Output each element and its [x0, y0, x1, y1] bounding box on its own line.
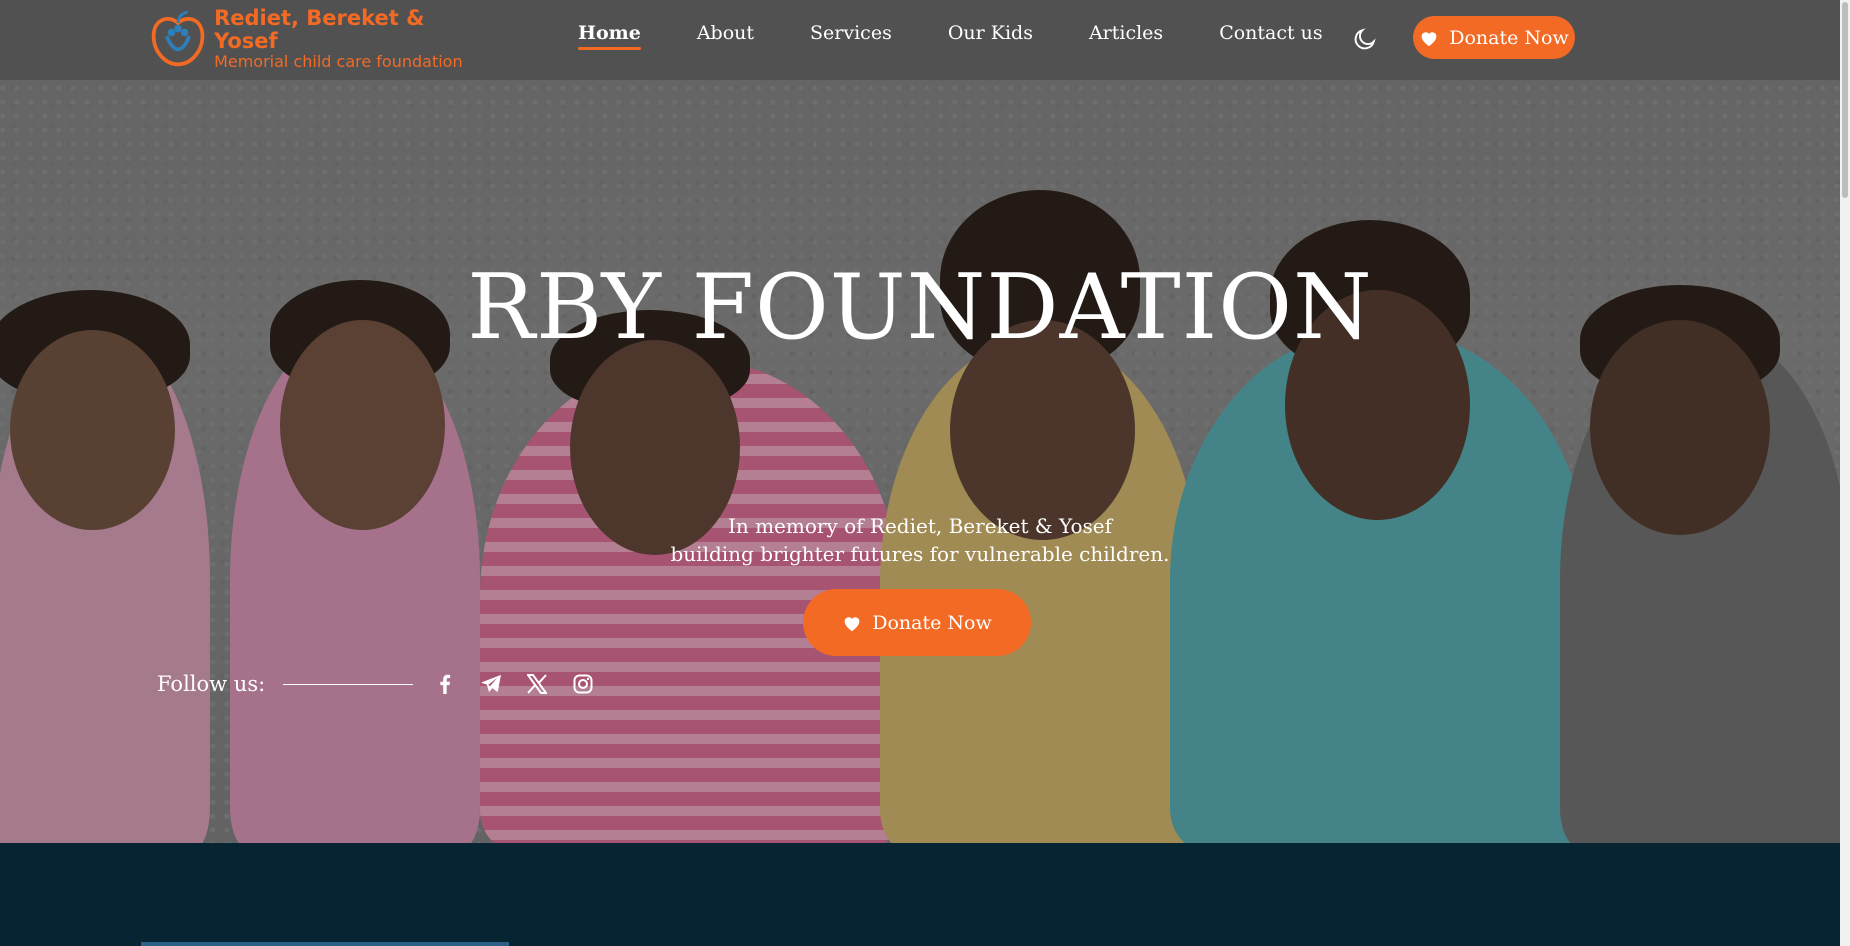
telegram-icon[interactable] — [479, 672, 503, 696]
instagram-icon[interactable] — [571, 672, 595, 696]
hero-subtitle: In memory of Rediet, Bereket & Yosef bui… — [0, 512, 1840, 568]
scrollbar-thumb[interactable] — [1842, 2, 1848, 198]
main-nav: Home About Services Our Kids Articles Co… — [578, 22, 1379, 50]
follow-us: Follow us: — [157, 672, 617, 696]
logo-subtitle: Memorial child care foundation — [214, 52, 463, 72]
heart-icon — [844, 616, 860, 631]
nav-articles[interactable]: Articles — [1089, 22, 1163, 50]
page-scrollbar[interactable] — [1840, 0, 1850, 946]
nav-our-kids[interactable]: Our Kids — [948, 22, 1033, 50]
hero-subtitle-line2: building brighter futures for vulnerable… — [670, 542, 1170, 566]
section-accent-bar — [141, 942, 509, 946]
header-donate-label: Donate Now — [1449, 26, 1569, 49]
heart-icon — [1421, 31, 1437, 46]
nav-home[interactable]: Home — [578, 22, 641, 50]
header-donate-button[interactable]: Donate Now — [1413, 16, 1575, 59]
logo-text: Rediet, Bereket & Yosef Memorial child c… — [214, 7, 478, 71]
nav-about[interactable]: About — [697, 22, 754, 50]
hero-overlay — [0, 0, 1840, 843]
hero-donate-button[interactable]: Donate Now — [803, 589, 1031, 656]
hero-donate-label: Donate Now — [872, 611, 992, 634]
logo-apple-icon — [151, 10, 205, 67]
next-section — [0, 843, 1840, 946]
site-header: Rediet, Bereket & Yosef Memorial child c… — [0, 0, 1840, 80]
facebook-icon[interactable] — [433, 672, 457, 696]
x-icon[interactable] — [525, 672, 549, 696]
nav-services[interactable]: Services — [810, 22, 892, 50]
follow-divider — [283, 683, 414, 685]
site-logo[interactable]: Rediet, Bereket & Yosef Memorial child c… — [148, 7, 478, 71]
logo-title: Rediet, Bereket & Yosef — [214, 6, 425, 54]
hero-subtitle-line1: In memory of Rediet, Bereket & Yosef — [727, 514, 1113, 538]
nav-contact-us[interactable]: Contact us — [1219, 22, 1322, 50]
moon-icon[interactable] — [1352, 26, 1378, 52]
hero-section: RBY FOUNDATION In memory of Rediet, Bere… — [0, 0, 1840, 843]
hero-title: RBY FOUNDATION — [467, 255, 1373, 360]
follow-label: Follow us: — [157, 672, 266, 696]
